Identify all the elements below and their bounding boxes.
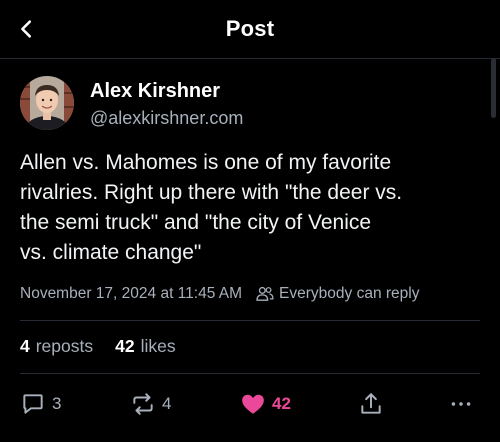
like-count: 42	[272, 394, 291, 413]
reply-button[interactable]: 3	[20, 388, 61, 420]
reply-icon	[23, 394, 43, 414]
likes-stat[interactable]: 42 likes	[115, 336, 175, 357]
post-text: Allen vs. Mahomes is one of my favorite …	[20, 148, 478, 268]
ellipsis-icon	[451, 402, 471, 406]
avatar[interactable]	[20, 76, 74, 130]
more-options-button[interactable]	[448, 388, 474, 420]
post-text-line: Allen vs. Mahomes is one of my favorite	[20, 151, 392, 174]
post-text-line: vs. climate change"	[20, 241, 202, 264]
reposts-count: 4	[20, 336, 30, 356]
page-title: Post	[225, 16, 275, 41]
repost-button[interactable]: 4	[130, 388, 171, 420]
post-header: Post	[0, 0, 500, 59]
post-actions: 3 4 42	[0, 388, 500, 420]
repost-count: 4	[162, 394, 172, 413]
divider	[20, 373, 480, 374]
reposts-stat[interactable]: 4 reposts	[20, 336, 93, 357]
reposts-label: reposts	[35, 336, 94, 356]
share-icon	[361, 393, 381, 414]
like-button[interactable]: 42	[240, 388, 291, 420]
people-icon	[256, 286, 274, 302]
post-stats: 4 reposts 42 likes	[20, 336, 198, 357]
post-text-line: rivalries. Right up there with "the deer…	[20, 181, 403, 204]
post-timestamp[interactable]: November 17, 2024 at 11:45 AM	[20, 285, 242, 303]
reply-setting[interactable]: Everybody can reply	[279, 285, 419, 303]
divider	[20, 320, 480, 321]
likes-label: likes	[140, 336, 176, 356]
author-name[interactable]: Alex Kirshner	[90, 80, 220, 103]
author-handle[interactable]: @alexkirshner.com	[90, 108, 243, 129]
reply-count: 3	[52, 394, 62, 413]
post-meta: November 17, 2024 at 11:45 AM Everybody …	[20, 284, 419, 304]
scrollbar[interactable]	[491, 58, 496, 118]
heart-icon	[242, 394, 264, 414]
share-button[interactable]	[358, 388, 384, 420]
likes-count: 42	[115, 336, 135, 356]
avatar-image	[20, 76, 74, 130]
repost-icon	[133, 393, 153, 415]
post-text-line: the semi truck" and "the city of Venice	[20, 211, 372, 234]
